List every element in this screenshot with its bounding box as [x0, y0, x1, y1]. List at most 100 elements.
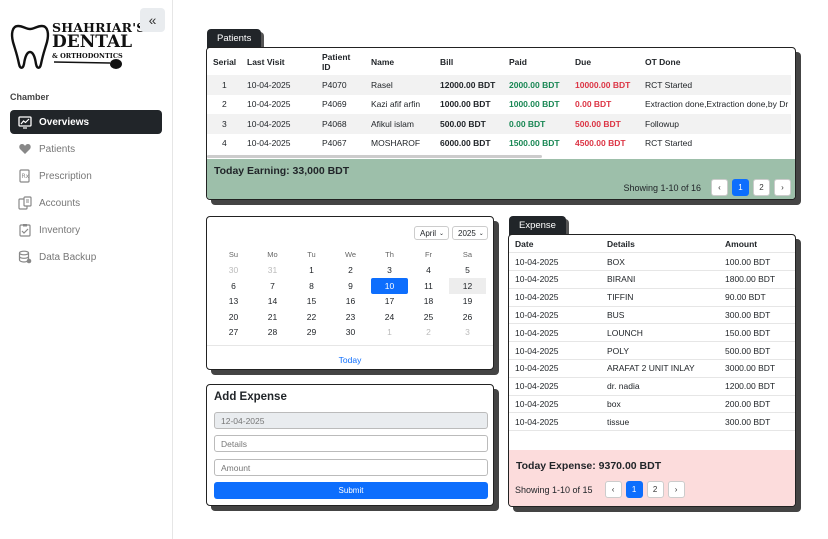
paid-cell: 1000.00 BDT [509, 99, 560, 110]
calendar-day[interactable]: 19 [448, 294, 487, 310]
table-row[interactable]: 10-04-2025 BIRANI 1800.00 BDT [509, 271, 795, 289]
calendar-day[interactable]: 2 [409, 325, 448, 341]
calendar-day[interactable]: 20 [214, 309, 253, 325]
calendar-day[interactable]: 3 [448, 325, 487, 341]
patients-tab[interactable]: Patients [207, 29, 262, 48]
column-header[interactable]: Patient ID [317, 48, 366, 75]
due-cell: 500.00 BDT [575, 118, 621, 129]
table-row[interactable]: 2 10-04-2025 P4069 Kazi afif arfin 1000.00 B… [207, 95, 791, 115]
table-row[interactable]: 10-04-2025 TIFFIN 90.00 BDT [509, 288, 795, 307]
add-expense-card: Add Expense 12-04-2025 Details Amount Su… [206, 384, 494, 506]
calendar-day[interactable]: 11 [409, 278, 448, 294]
page-1-button[interactable]: 1 [732, 179, 749, 196]
column-header[interactable]: OT Done [640, 48, 791, 75]
column-header[interactable]: Serial [207, 48, 242, 75]
column-header[interactable]: Amount [720, 235, 795, 253]
month-select[interactable]: April ⌄ [414, 226, 449, 240]
patient-id-cell: P4070 [322, 79, 347, 90]
amount-cell: 100.00 BDT [725, 256, 771, 267]
calendar-day[interactable]: 24 [370, 309, 409, 325]
table-row[interactable]: 10-04-2025 BUS 300.00 BDT [509, 306, 795, 324]
page-1-button[interactable]: 1 [625, 481, 643, 498]
sidebar-item-prescription[interactable]: Rx Prescription [10, 164, 162, 188]
column-header[interactable]: Paid [504, 48, 570, 75]
calendar-day[interactable]: 9 [331, 278, 370, 294]
column-header[interactable]: Date [509, 235, 602, 253]
patient-id-cell: P4069 [322, 99, 347, 110]
column-header[interactable]: Last Visit [242, 48, 317, 75]
calendar-day[interactable]: 7 [253, 278, 292, 294]
sidebar-item-accounts[interactable]: Accounts [10, 191, 162, 215]
calendar-day[interactable]: 30 [331, 325, 370, 341]
today-link[interactable]: Today [207, 355, 493, 365]
page-2-button[interactable]: 2 [646, 481, 664, 498]
year-select[interactable]: 2025 ⌄ [452, 226, 488, 240]
ot-done-cell: Extraction done,Extraction done,by Dr N [645, 99, 791, 110]
table-row[interactable]: 10-04-2025 box 200.00 BDT [509, 395, 795, 413]
table-row[interactable]: 10-04-2025 tissue 300.00 BDT [509, 413, 795, 431]
calendar-day[interactable]: 29 [292, 325, 331, 341]
calendar-grid: Su Mo Tu We Th Fr Sa 30 31 1 2 3 4 5 6 7 8 9 10 11 12 13 14 15 1… [214, 247, 487, 340]
calendar-day[interactable]: 17 [370, 294, 409, 310]
calendar-day[interactable]: 13 [214, 294, 253, 310]
next-page-button[interactable]: › [774, 179, 791, 196]
date-cell: 10-04-2025 [515, 274, 559, 285]
calendar-day[interactable]: 18 [409, 294, 448, 310]
expense-date-field[interactable]: 12-04-2025 [214, 412, 488, 429]
next-page-button[interactable]: › [667, 481, 685, 498]
expense-details-field[interactable]: Details [214, 435, 488, 452]
collapse-sidebar-button[interactable]: « [140, 8, 165, 32]
calendar-day[interactable]: 6 [214, 278, 253, 294]
calendar-day[interactable]: 12 [449, 278, 486, 294]
sidebar-item-inventory[interactable]: Inventory [10, 218, 162, 242]
prev-page-button[interactable]: ‹ [711, 179, 728, 196]
calendar-day[interactable]: 30 [214, 263, 253, 279]
column-header[interactable]: Due [570, 48, 640, 75]
page-2-button[interactable]: 2 [753, 179, 770, 196]
calendar-day[interactable]: 8 [292, 278, 331, 294]
calendar-day[interactable]: 23 [331, 309, 370, 325]
vertical-scrollbar[interactable] [795, 48, 796, 98]
horizontal-scrollbar[interactable] [207, 155, 542, 158]
sidebar-item-data-backup[interactable]: Data Backup [10, 245, 162, 269]
submit-expense-button[interactable]: Submit [214, 482, 488, 499]
calendar-day[interactable]: 2 [331, 263, 370, 279]
column-header[interactable]: Name [366, 48, 435, 75]
table-row[interactable]: 4 10-04-2025 P4067 MOSHAROF 6000.00 BDT 1500.… [207, 134, 791, 154]
date-cell: 10-04-2025 [515, 292, 559, 303]
details-cell: LOUNCH [607, 327, 643, 338]
table-row[interactable]: 10-04-2025 LOUNCH 150.00 BDT [509, 324, 795, 342]
year-value: 2025 [458, 228, 476, 238]
calendar-day[interactable]: 27 [214, 325, 253, 341]
table-row[interactable]: 10-04-2025 BOX 100.00 BDT [509, 253, 795, 271]
calendar-day[interactable]: 26 [448, 309, 487, 325]
table-row[interactable]: 10-04-2025 POLY 500.00 BDT [509, 342, 795, 360]
table-row[interactable]: 10-04-2025 ARAFAT 2 UNIT INLAY 3000.00 BDT [509, 360, 795, 378]
calendar-day[interactable]: 25 [409, 309, 448, 325]
calendar-day[interactable]: 5 [448, 263, 487, 279]
expense-amount-field[interactable]: Amount [214, 459, 488, 476]
prev-page-button[interactable]: ‹ [604, 481, 622, 498]
calendar-day[interactable]: 10 [371, 278, 408, 294]
column-header[interactable]: Details [602, 235, 720, 253]
calendar-day[interactable]: 1 [370, 325, 409, 341]
calendar-day[interactable]: 31 [253, 263, 292, 279]
table-row[interactable]: 10-04-2025 dr. nadia 1200.00 BDT [509, 377, 795, 396]
column-header[interactable]: Bill [435, 48, 504, 75]
calendar-day[interactable]: 28 [253, 325, 292, 341]
calendar-day[interactable]: 1 [292, 263, 331, 279]
calendar-day[interactable]: 14 [253, 294, 292, 310]
calendar-day[interactable]: 16 [331, 294, 370, 310]
calendar-day[interactable]: 15 [292, 294, 331, 310]
last-visit-cell: 10-04-2025 [247, 118, 291, 129]
amount-cell: 300.00 BDT [725, 310, 771, 321]
expense-tab[interactable]: Expense [509, 216, 566, 235]
calendar-day[interactable]: 21 [253, 309, 292, 325]
table-row[interactable]: 1 10-04-2025 P4070 Rasel 12000.00 BDT 2000.00… [207, 75, 791, 95]
table-row[interactable]: 3 10-04-2025 P4068 Afikul islam 500.00 BDT 0.… [207, 114, 791, 134]
calendar-day[interactable]: 4 [409, 263, 448, 279]
calendar-day[interactable]: 22 [292, 309, 331, 325]
sidebar-item-overviews[interactable]: Overviews [10, 110, 162, 134]
calendar-day[interactable]: 3 [370, 263, 409, 279]
sidebar-item-patients[interactable]: Patients [10, 137, 162, 161]
